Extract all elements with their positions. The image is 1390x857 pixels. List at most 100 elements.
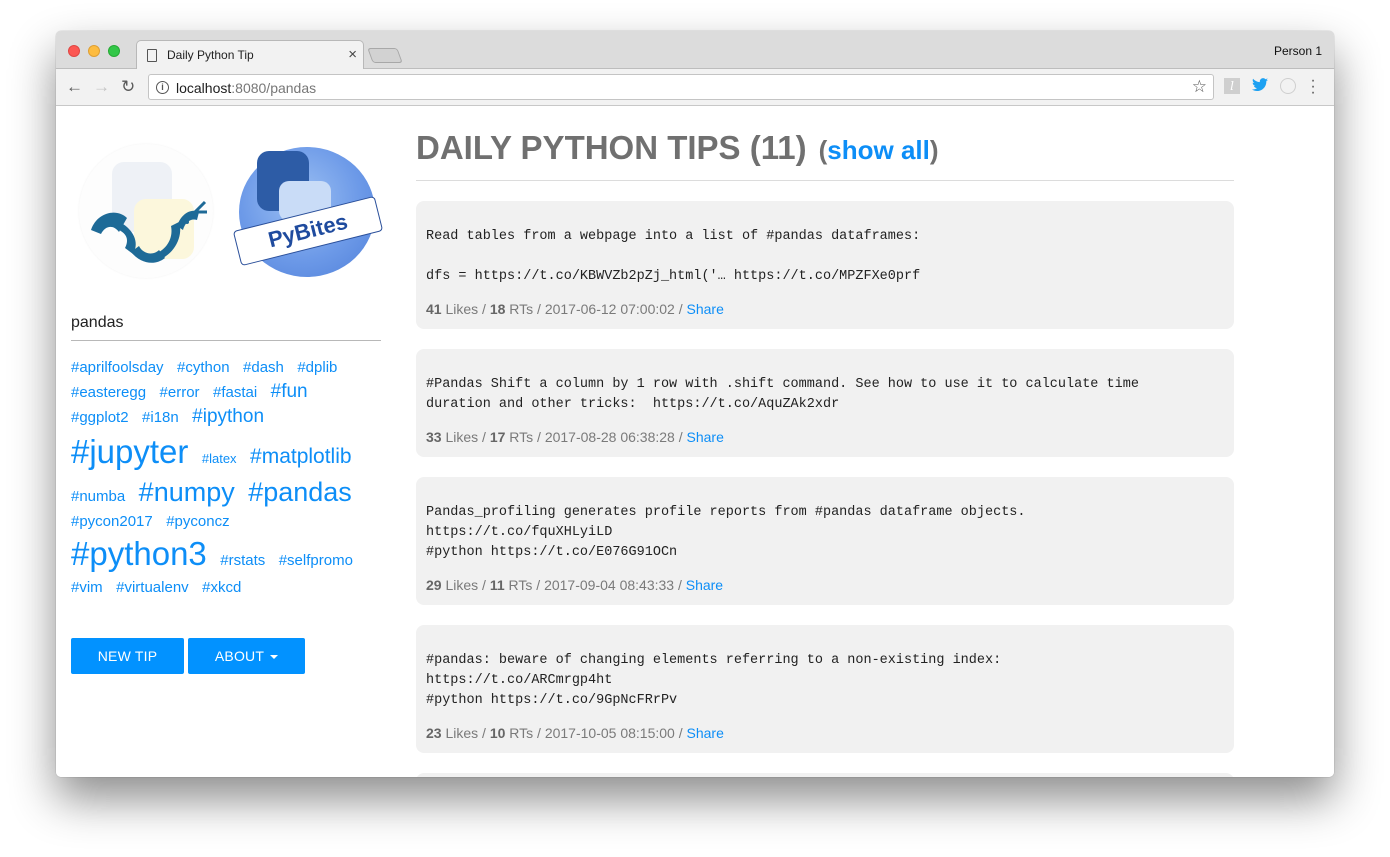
likes-label: Likes / [441, 429, 490, 445]
tag-link[interactable]: #latex [202, 450, 237, 468]
tag-link[interactable]: #python3 [71, 532, 207, 577]
tag-link[interactable]: #pyconcz [166, 512, 229, 532]
close-window-button[interactable] [68, 45, 80, 57]
likes-label: Likes / [441, 577, 490, 593]
tag-link[interactable]: #i18n [142, 408, 179, 428]
extension-l-icon[interactable]: l [1224, 78, 1240, 94]
tab-title: Daily Python Tip [167, 48, 254, 62]
back-icon[interactable]: ← [66, 77, 83, 97]
tip-body: #pandas: beware of changing elements ref… [426, 653, 1002, 708]
meta-separator: / [674, 577, 686, 593]
tag-link[interactable]: #ipython [192, 404, 264, 430]
react-devtools-extension-icon[interactable] [1280, 78, 1296, 94]
tip-card: Pandas_profiling generates profile repor… [416, 477, 1234, 605]
tag-link[interactable]: #numpy [139, 474, 235, 510]
profile-button[interactable]: Person 1 [1274, 44, 1322, 58]
tag-link[interactable]: #easteregg [71, 383, 146, 403]
retweets-label: RTs / [505, 301, 545, 317]
page-title-text: DAILY PYTHON TIPS (11) [416, 129, 807, 166]
info-icon[interactable]: i [156, 81, 169, 94]
tip-card: #Pandas Shift a column by 1 row with .sh… [416, 349, 1234, 457]
likes-count: 33 [426, 429, 442, 445]
tab-close-icon[interactable]: × [348, 46, 357, 63]
browser-toolbar: ← → ↻ i localhost:8080/pandas ☆ l · · · [56, 69, 1334, 106]
about-label: ABOUT [214, 648, 265, 664]
show-all-wrapper: (show all) [819, 135, 939, 165]
tag-link[interactable]: #aprilfoolsday [71, 358, 164, 378]
search-input[interactable] [71, 307, 381, 339]
title-divider [416, 180, 1234, 181]
tag-link[interactable]: #numba [71, 487, 125, 507]
tip-meta: 41 Likes / 18 RTs / 2017-06-12 07:00:02 … [426, 301, 1224, 317]
tag-link[interactable]: #dplib [297, 358, 337, 378]
browser-window: Daily Python Tip × Person 1 ← → ↻ i loca… [56, 31, 1334, 777]
about-dropdown-button[interactable]: ABOUT [188, 638, 305, 674]
page-title: DAILY PYTHON TIPS (11) (show all) [416, 129, 939, 167]
tip-meta: 33 Likes / 17 RTs / 2017-08-28 06:38:28 … [426, 429, 1224, 445]
tab-daily-python-tip[interactable]: Daily Python Tip × [136, 40, 364, 70]
minimize-window-button[interactable] [88, 45, 100, 57]
browser-menu-icon[interactable]: · · · [1310, 73, 1316, 101]
tag-link[interactable]: #matplotlib [250, 443, 352, 471]
tag-link[interactable]: #fastai [213, 383, 257, 403]
tag-link[interactable]: #pandas [248, 474, 352, 510]
retweets-count: 11 [489, 577, 505, 593]
address-bar[interactable]: i localhost:8080/pandas ☆ [148, 74, 1214, 100]
likes-count: 23 [426, 725, 442, 741]
tip-card: #pandas: beware of changing elements ref… [416, 625, 1234, 753]
tag-link[interactable]: #xkcd [202, 578, 241, 598]
tag-link[interactable]: #vim [71, 578, 103, 598]
likes-count: 41 [426, 301, 442, 317]
logos: PyBites [79, 143, 384, 283]
tag-link[interactable]: #error [160, 383, 200, 403]
title-bar: Daily Python Tip × Person 1 [56, 31, 1334, 70]
share-link[interactable]: Share [687, 725, 724, 741]
tag-link[interactable]: #rstats [220, 551, 265, 571]
tip-body: Pandas_profiling generates profile repor… [426, 505, 1026, 560]
caret-down-icon [270, 655, 279, 659]
search-field-wrapper [71, 307, 381, 341]
pybites-globe-logo[interactable]: PyBites [232, 147, 384, 277]
tag-cloud: #aprilfoolsday #cython #dash #dplib #eas… [71, 357, 383, 599]
tip-body: #Pandas Shift a column by 1 row with .sh… [426, 377, 1139, 412]
url-text[interactable]: localhost:8080/pandas [176, 80, 316, 96]
new-tab-button[interactable] [367, 48, 403, 63]
meta-separator: / [674, 429, 687, 445]
close-paren: ) [929, 135, 939, 165]
open-paren: ( [818, 135, 828, 165]
tip-body: Read tables from a webpage into a list o… [426, 229, 921, 284]
tag-link[interactable]: #fun [271, 379, 308, 405]
twitter-extension-icon[interactable] [1252, 78, 1268, 94]
tip-timestamp: 2017-09-04 08:43:33 [544, 577, 675, 593]
new-tip-button[interactable]: NEW TIP [71, 638, 184, 674]
tip-timestamp: 2017-08-28 06:38:28 [544, 429, 675, 445]
share-link[interactable]: Share [687, 429, 724, 445]
likes-label: Likes / [441, 301, 490, 317]
tag-link[interactable]: #cython [177, 358, 230, 378]
tag-link[interactable]: #pycon2017 [71, 512, 153, 532]
page-viewport: PyBites #aprilfoolsday #cython #dash #dp… [56, 107, 1334, 777]
bookmark-star-icon[interactable]: ☆ [1192, 77, 1207, 97]
tag-link[interactable]: #dash [243, 358, 284, 378]
snake-icon [91, 200, 207, 263]
tip-card: Read tables from a webpage into a list o… [416, 201, 1234, 329]
action-buttons: NEW TIP ABOUT [71, 638, 305, 674]
show-all-link[interactable]: show all [827, 135, 930, 165]
tip-timestamp: 2017-10-05 08:15:00 [544, 725, 675, 741]
tip-meta: 29 Likes / 11 RTs / 2017-09-04 08:43:33 … [426, 577, 1224, 593]
retweets-count: 10 [489, 725, 506, 741]
tip-meta: 23 Likes / 10 RTs / 2017-10-05 08:15:00 … [426, 725, 1224, 741]
url-path: :8080/pandas [231, 80, 317, 96]
tag-link[interactable]: #ggplot2 [71, 408, 129, 428]
tag-link[interactable]: #jupyter [71, 430, 188, 475]
forward-icon[interactable]: → [93, 77, 110, 97]
url-host: localhost [176, 80, 232, 96]
maximize-window-button[interactable] [108, 45, 120, 57]
reload-icon[interactable]: ↻ [121, 77, 135, 97]
tip-timestamp: 2017-06-12 07:00:02 [544, 301, 675, 317]
share-link[interactable]: Share [686, 577, 723, 593]
tag-link[interactable]: #selfpromo [279, 551, 353, 571]
tag-link[interactable]: #virtualenv [116, 578, 189, 598]
pybites-snake-logo[interactable] [79, 144, 213, 278]
share-link[interactable]: Share [687, 301, 724, 317]
